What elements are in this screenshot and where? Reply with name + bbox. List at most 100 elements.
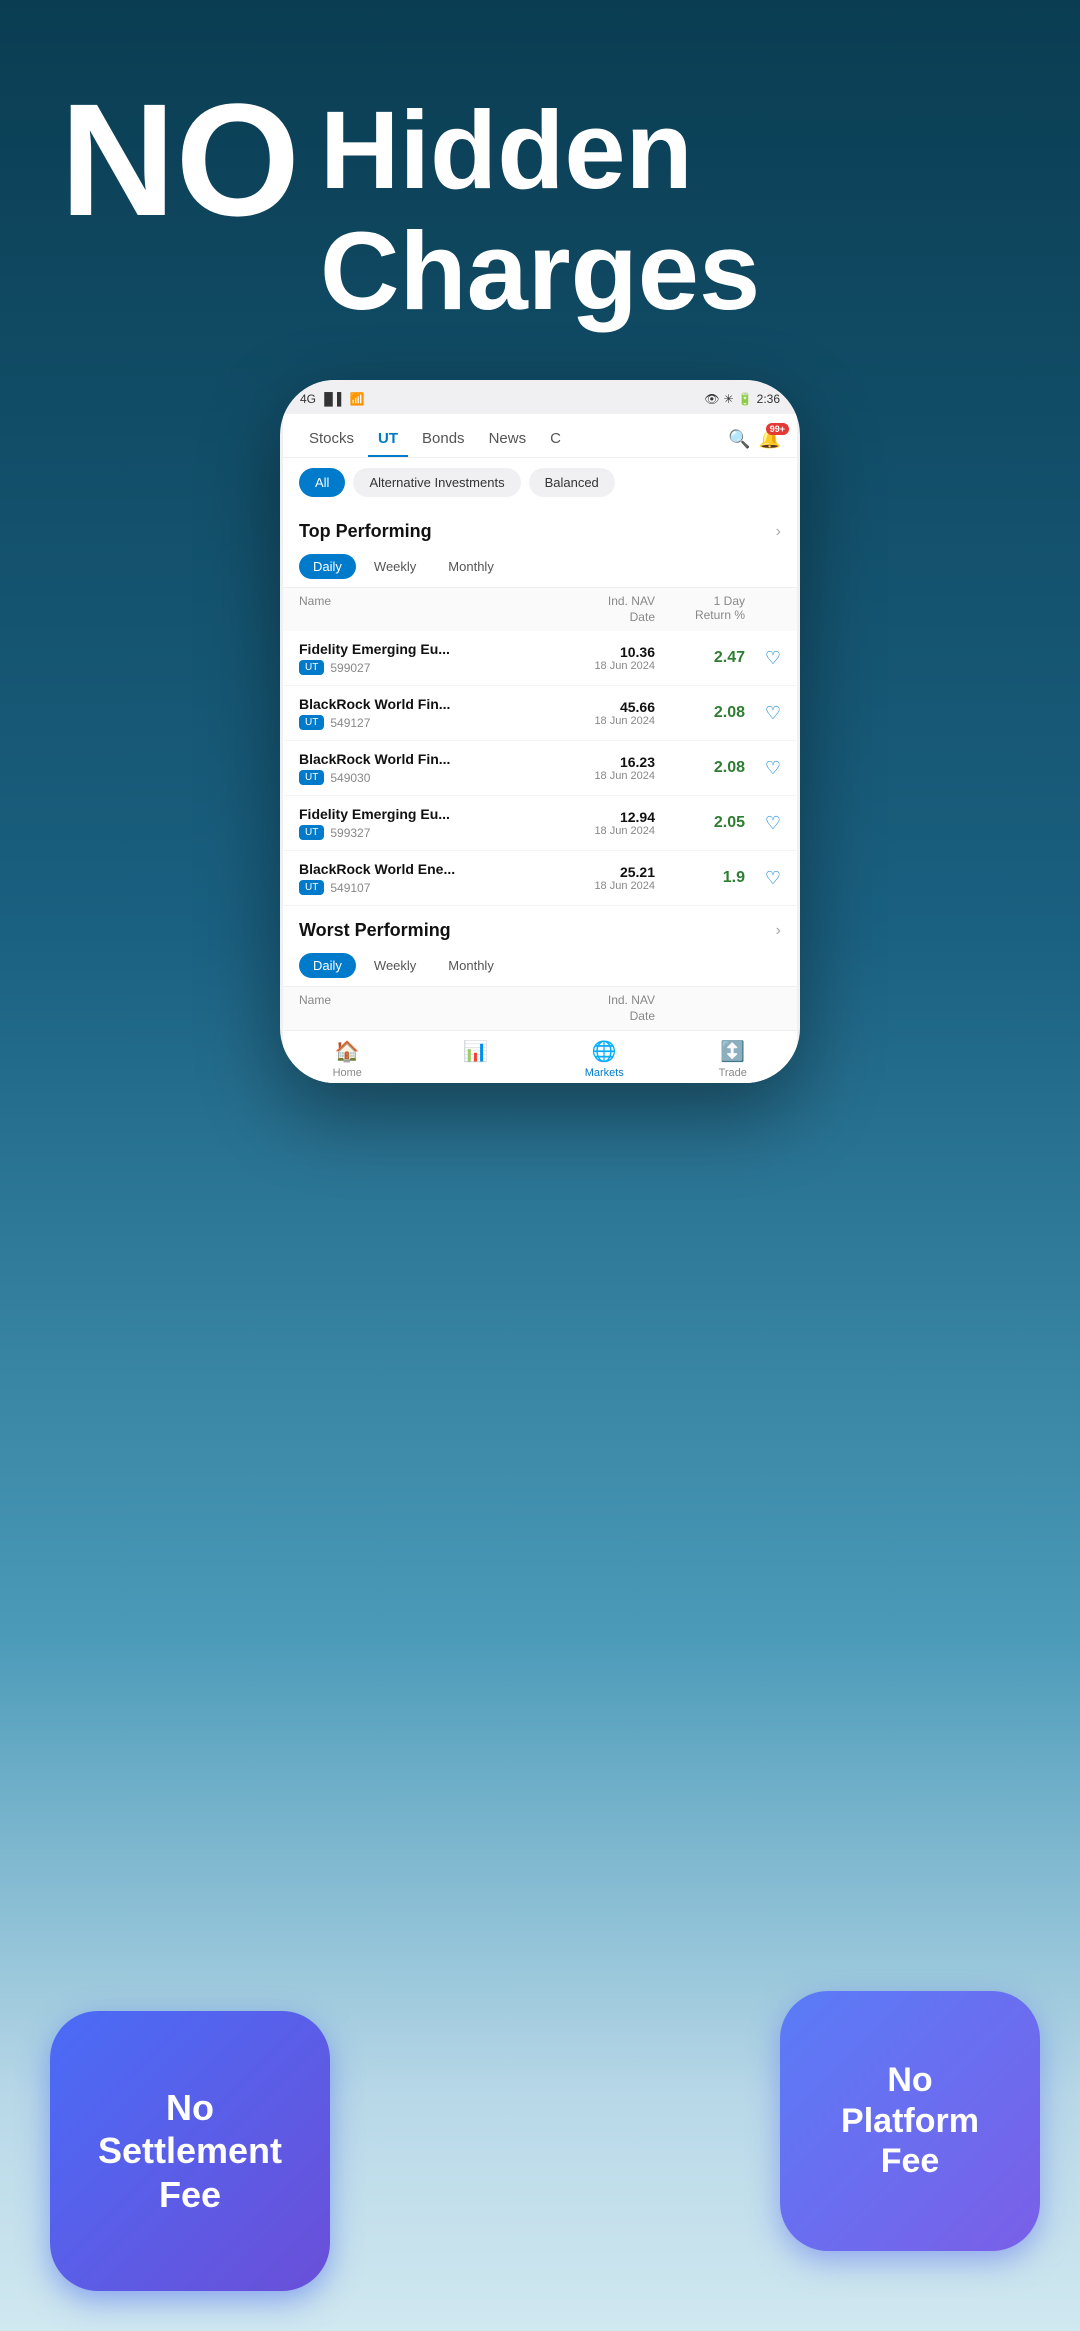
fund-tag-2: UT	[299, 715, 324, 730]
th-return: 1 Day Return %	[655, 594, 745, 625]
top-performing-title: Top Performing	[299, 521, 432, 542]
fund-row[interactable]: Fidelity Emerging Eu... UT 599027 10.36 …	[283, 631, 797, 686]
status-right: 👁 ✳ 🔋 2:36	[704, 392, 780, 406]
fund-tag-4: UT	[299, 825, 324, 840]
fund-tag-row-3: UT 549030	[299, 770, 555, 785]
top-period-monthly[interactable]: Monthly	[434, 554, 508, 579]
fund-tag-3: UT	[299, 770, 324, 785]
bottom-nav-home[interactable]: 🏠 Home	[283, 1039, 412, 1079]
fund-row[interactable]: BlackRock World Fin... UT 549030 16.23 1…	[283, 741, 797, 796]
tab-stocks[interactable]: Stocks	[299, 422, 364, 457]
th-nav-date: Ind. NAV Date	[555, 594, 655, 625]
heart-icon-5[interactable]: ♡	[765, 868, 781, 889]
globe-icon: 🌐	[592, 1039, 617, 1064]
worst-th-fav	[745, 993, 781, 1024]
nav-icons: 🔍 🔔 99+	[728, 429, 781, 450]
fund-return-value-5: 1.9	[655, 869, 745, 887]
fund-return-1: 2.47	[655, 649, 745, 667]
fund-row[interactable]: BlackRock World Ene... UT 549107 25.21 1…	[283, 851, 797, 906]
heart-icon-4[interactable]: ♡	[765, 813, 781, 834]
tab-news[interactable]: News	[479, 422, 537, 457]
bluetooth-icon: ✳	[724, 392, 734, 406]
status-bar: 4G ▐▌▌ 📶 👁 ✳ 🔋 2:36	[280, 380, 800, 414]
worst-period-monthly[interactable]: Monthly	[434, 953, 508, 978]
fund-tag-row-4: UT 599327	[299, 825, 555, 840]
bell-button[interactable]: 🔔 99+	[759, 429, 781, 450]
fund-fav-2[interactable]: ♡	[745, 703, 781, 724]
worst-performing-section: Worst Performing › Daily Weekly Monthly …	[283, 906, 797, 1030]
phone-screen: Stocks UT Bonds News C 🔍 🔔 99+ All Alter…	[283, 414, 797, 1083]
fund-fav-3[interactable]: ♡	[745, 758, 781, 779]
worst-period-daily[interactable]: Daily	[299, 953, 356, 978]
heart-icon-1[interactable]: ♡	[765, 648, 781, 669]
fund-info-4: Fidelity Emerging Eu... UT 599327	[299, 806, 555, 840]
phone-mockup: 4G ▐▌▌ 📶 👁 ✳ 🔋 2:36 Stocks UT Bonds News…	[280, 380, 800, 1083]
fund-code-2: 549127	[330, 716, 370, 730]
fund-fav-5[interactable]: ♡	[745, 868, 781, 889]
heart-icon-2[interactable]: ♡	[765, 703, 781, 724]
top-period-tabs: Daily Weekly Monthly	[283, 550, 797, 587]
bottom-nav-markets-globe[interactable]: 🌐 Markets	[540, 1039, 669, 1079]
platform-badge-text: No Platform Fee	[841, 2060, 979, 2182]
fund-return-value-4: 2.05	[655, 814, 745, 832]
worst-performing-chevron[interactable]: ›	[776, 922, 781, 940]
signal-bars: ▐▌▌	[320, 392, 346, 406]
bottom-nav-trade[interactable]: ↕️ Trade	[669, 1039, 798, 1079]
time-display: 2:36	[757, 392, 780, 406]
heart-icon-3[interactable]: ♡	[765, 758, 781, 779]
fund-return-3: 2.08	[655, 759, 745, 777]
bottom-nav-globe-label: Markets	[585, 1067, 624, 1079]
fund-code-1: 599027	[330, 661, 370, 675]
fund-info-3: BlackRock World Fin... UT 549030	[299, 751, 555, 785]
tab-bonds[interactable]: Bonds	[412, 422, 475, 457]
worst-th-name: Name	[299, 993, 555, 1024]
battery-icon: 🔋	[738, 392, 753, 406]
fund-nav-date-2: 18 Jun 2024	[555, 715, 655, 727]
header-no: NO	[60, 80, 300, 240]
home-icon: 🏠	[335, 1039, 360, 1064]
fund-return-value-3: 2.08	[655, 759, 745, 777]
worst-th-nav-date: Ind. NAV Date	[555, 993, 655, 1024]
fund-nav-5: 25.21 18 Jun 2024	[555, 864, 655, 892]
wifi-icon: 📶	[350, 392, 365, 406]
th-name: Name	[299, 594, 555, 625]
fund-name-1: Fidelity Emerging Eu...	[299, 641, 555, 657]
worst-period-weekly[interactable]: Weekly	[360, 953, 430, 978]
fund-tag-row-5: UT 549107	[299, 880, 555, 895]
fund-nav-value-3: 16.23	[555, 754, 655, 770]
fund-fav-4[interactable]: ♡	[745, 813, 781, 834]
tab-ut[interactable]: UT	[368, 422, 408, 457]
fund-row[interactable]: BlackRock World Fin... UT 549127 45.66 1…	[283, 686, 797, 741]
filter-alternative[interactable]: Alternative Investments	[353, 468, 520, 497]
fund-tag-row-2: UT 549127	[299, 715, 555, 730]
fund-code-5: 549107	[330, 881, 370, 895]
settlement-badge: No Settlement Fee	[50, 2011, 330, 2291]
platform-badge: No Platform Fee	[780, 1991, 1040, 2251]
fund-nav-value-5: 25.21	[555, 864, 655, 880]
top-performing-chevron[interactable]: ›	[776, 523, 781, 541]
worst-th-return	[655, 993, 745, 1024]
fund-name-3: BlackRock World Fin...	[299, 751, 555, 767]
fund-code-3: 549030	[330, 771, 370, 785]
top-performing-header: Top Performing ›	[283, 507, 797, 550]
filter-all[interactable]: All	[299, 468, 345, 497]
fund-nav-date-4: 18 Jun 2024	[555, 825, 655, 837]
fund-name-2: BlackRock World Fin...	[299, 696, 555, 712]
fund-info-2: BlackRock World Fin... UT 549127	[299, 696, 555, 730]
fund-nav-value-2: 45.66	[555, 699, 655, 715]
worst-performing-title: Worst Performing	[299, 920, 451, 941]
notification-badge: 99+	[766, 423, 789, 435]
fund-nav-date-1: 18 Jun 2024	[555, 660, 655, 672]
bottom-nav-markets-chart[interactable]: 📊	[412, 1039, 541, 1079]
fund-fav-1[interactable]: ♡	[745, 648, 781, 669]
filter-balanced[interactable]: Balanced	[529, 468, 615, 497]
top-period-weekly[interactable]: Weekly	[360, 554, 430, 579]
top-period-daily[interactable]: Daily	[299, 554, 356, 579]
trade-icon: ↕️	[720, 1039, 745, 1064]
fund-tag-1: UT	[299, 660, 324, 675]
worst-period-tabs: Daily Weekly Monthly	[283, 949, 797, 986]
tab-c[interactable]: C	[540, 422, 571, 457]
status-left: 4G ▐▌▌ 📶	[300, 392, 364, 406]
search-button[interactable]: 🔍	[728, 429, 750, 450]
fund-row[interactable]: Fidelity Emerging Eu... UT 599327 12.94 …	[283, 796, 797, 851]
